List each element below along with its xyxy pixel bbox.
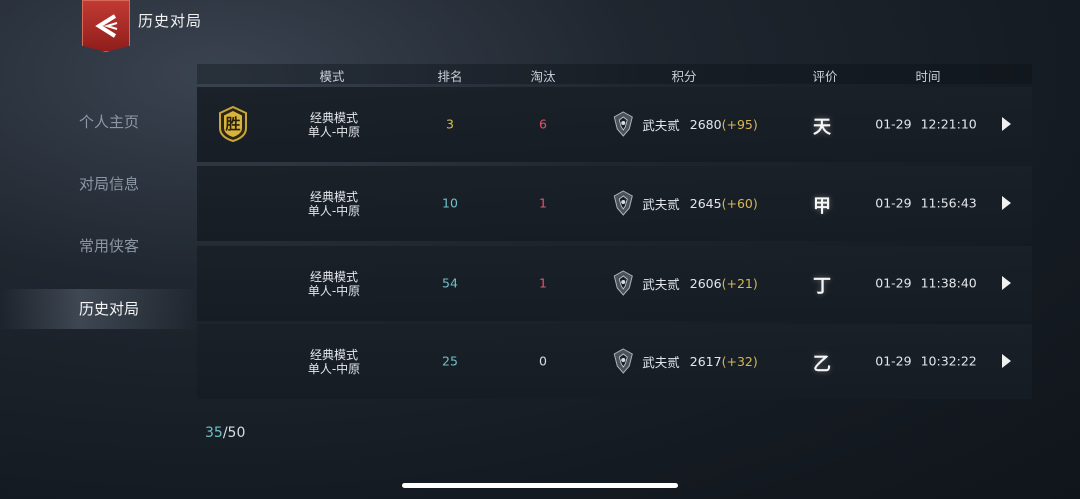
play-arrow-icon xyxy=(1000,354,1012,373)
match-date: 01-29 xyxy=(875,195,912,211)
match-date: 01-29 xyxy=(875,275,912,291)
mode-name: 经典模式 xyxy=(309,270,358,284)
mode-cell: 经典模式 单人-中原 xyxy=(308,111,360,139)
time-cell: 01-29 12:21:10 xyxy=(875,117,976,132)
mode-name: 经典模式 xyxy=(309,190,358,204)
column-header-rank: 排名 xyxy=(437,69,463,84)
mode-cell: 经典模式 单人-中原 xyxy=(308,190,360,218)
score-delta: (+60) xyxy=(721,195,758,211)
score-value: 2680 xyxy=(689,116,722,132)
table-row[interactable]: 胜 经典模式 单人-中原 3 6 武夫贰 2680(+95) 天 01-29 12:21:10 xyxy=(197,87,1032,162)
page-current: 35 xyxy=(205,425,223,441)
column-header-mode: 模式 xyxy=(319,69,345,84)
grade-value: 乙 xyxy=(813,354,831,375)
column-header-score: 积分 xyxy=(671,69,697,84)
grade-value: 天 xyxy=(813,117,831,138)
column-header-kills: 淘汰 xyxy=(530,69,556,84)
back-chevron-icon xyxy=(95,14,118,38)
column-header-grade: 评价 xyxy=(812,69,838,84)
score-cell: 武夫贰 2645(+60) xyxy=(612,190,758,216)
play-arrow-icon xyxy=(1000,276,1012,295)
kills-value: 6 xyxy=(539,116,547,132)
page-counter: 35/50 xyxy=(205,425,245,441)
page-title: 历史对局 xyxy=(138,12,203,30)
rank-title: 武夫贰 xyxy=(642,354,680,370)
time-cell: 01-29 11:38:40 xyxy=(875,276,976,291)
match-time: 10:32:22 xyxy=(920,353,977,369)
kills-value: 1 xyxy=(539,275,547,291)
sidebar-item-profile[interactable]: 个人主页 xyxy=(0,102,200,142)
table-header: 模式 排名 淘汰 积分 评价 时间 xyxy=(197,64,1032,84)
score-delta: (+95) xyxy=(721,116,758,132)
mode-map: 单人-中原 xyxy=(307,284,361,298)
match-time: 11:56:43 xyxy=(920,195,977,211)
mode-name: 经典模式 xyxy=(309,111,358,125)
match-date: 01-29 xyxy=(875,116,912,132)
mode-name: 经典模式 xyxy=(309,348,358,362)
rank-title: 武夫贰 xyxy=(642,196,680,212)
sidebar-item-history[interactable]: 历史对局 xyxy=(0,289,200,329)
score-cell: 武夫贰 2617(+32) xyxy=(612,348,758,374)
rank-title: 武夫贰 xyxy=(642,117,680,133)
play-arrow-icon xyxy=(1000,117,1012,136)
mode-cell: 经典模式 单人-中原 xyxy=(308,270,360,298)
sidebar-item-label: 个人主页 xyxy=(79,113,140,131)
match-date: 01-29 xyxy=(875,353,912,369)
column-header-time: 时间 xyxy=(915,69,941,84)
home-indicator[interactable] xyxy=(402,483,678,488)
mode-map: 单人-中原 xyxy=(307,125,361,139)
match-time: 12:21:10 xyxy=(920,116,977,132)
grade-value: 丁 xyxy=(813,276,831,297)
play-arrow-icon xyxy=(1000,196,1012,215)
rank-value: 10 xyxy=(442,195,458,211)
detail-button[interactable] xyxy=(1000,116,1012,132)
table-row[interactable]: 经典模式 单人-中原 54 1 武夫贰 2606(+21) 丁 01-29 11:38:40 xyxy=(197,246,1032,321)
sidebar-item-heroes[interactable]: 常用侠客 xyxy=(0,226,200,266)
score-value: 2606 xyxy=(689,275,722,291)
detail-button[interactable] xyxy=(1000,275,1012,291)
score-cell: 武夫贰 2680(+95) xyxy=(612,111,758,137)
detail-button[interactable] xyxy=(1000,195,1012,211)
sidebar-item-label: 常用侠客 xyxy=(79,237,140,255)
score-value: 2617 xyxy=(689,353,722,369)
sidebar-item-label: 历史对局 xyxy=(79,300,140,318)
grade-value: 甲 xyxy=(813,196,831,217)
detail-button[interactable] xyxy=(1000,353,1012,369)
win-badge-icon: 胜 xyxy=(217,105,249,143)
back-button[interactable] xyxy=(82,0,130,52)
time-cell: 01-29 10:32:22 xyxy=(875,354,976,369)
sidebar-item-match-info[interactable]: 对局信息 xyxy=(0,164,200,204)
match-time: 11:38:40 xyxy=(920,275,977,291)
table-row[interactable]: 经典模式 单人-中原 25 0 武夫贰 2617(+32) 乙 01-29 10:32:22 xyxy=(197,324,1032,399)
kills-value: 1 xyxy=(539,195,547,211)
table-row[interactable]: 经典模式 单人-中原 10 1 武夫贰 2645(+60) 甲 01-29 11:56:43 xyxy=(197,166,1032,241)
win-label: 胜 xyxy=(225,115,241,133)
page-total: 50 xyxy=(227,425,246,441)
rank-emblem-icon xyxy=(612,270,634,296)
mode-map: 单人-中原 xyxy=(307,204,361,218)
time-cell: 01-29 11:56:43 xyxy=(875,196,976,211)
score-value: 2645 xyxy=(689,195,722,211)
mode-map: 单人-中原 xyxy=(307,362,361,376)
sidebar-item-label: 对局信息 xyxy=(79,175,140,193)
score-delta: (+32) xyxy=(721,353,758,369)
rank-emblem-icon xyxy=(612,190,634,216)
rank-emblem-icon xyxy=(612,348,634,374)
kills-value: 0 xyxy=(539,353,547,369)
rank-title: 武夫贰 xyxy=(642,276,680,292)
score-delta: (+21) xyxy=(721,275,758,291)
score-cell: 武夫贰 2606(+21) xyxy=(612,270,758,296)
rank-value: 3 xyxy=(446,116,454,132)
rank-value: 25 xyxy=(442,353,458,369)
mode-cell: 经典模式 单人-中原 xyxy=(308,348,360,376)
rank-emblem-icon xyxy=(612,111,634,137)
rank-value: 54 xyxy=(442,275,458,291)
